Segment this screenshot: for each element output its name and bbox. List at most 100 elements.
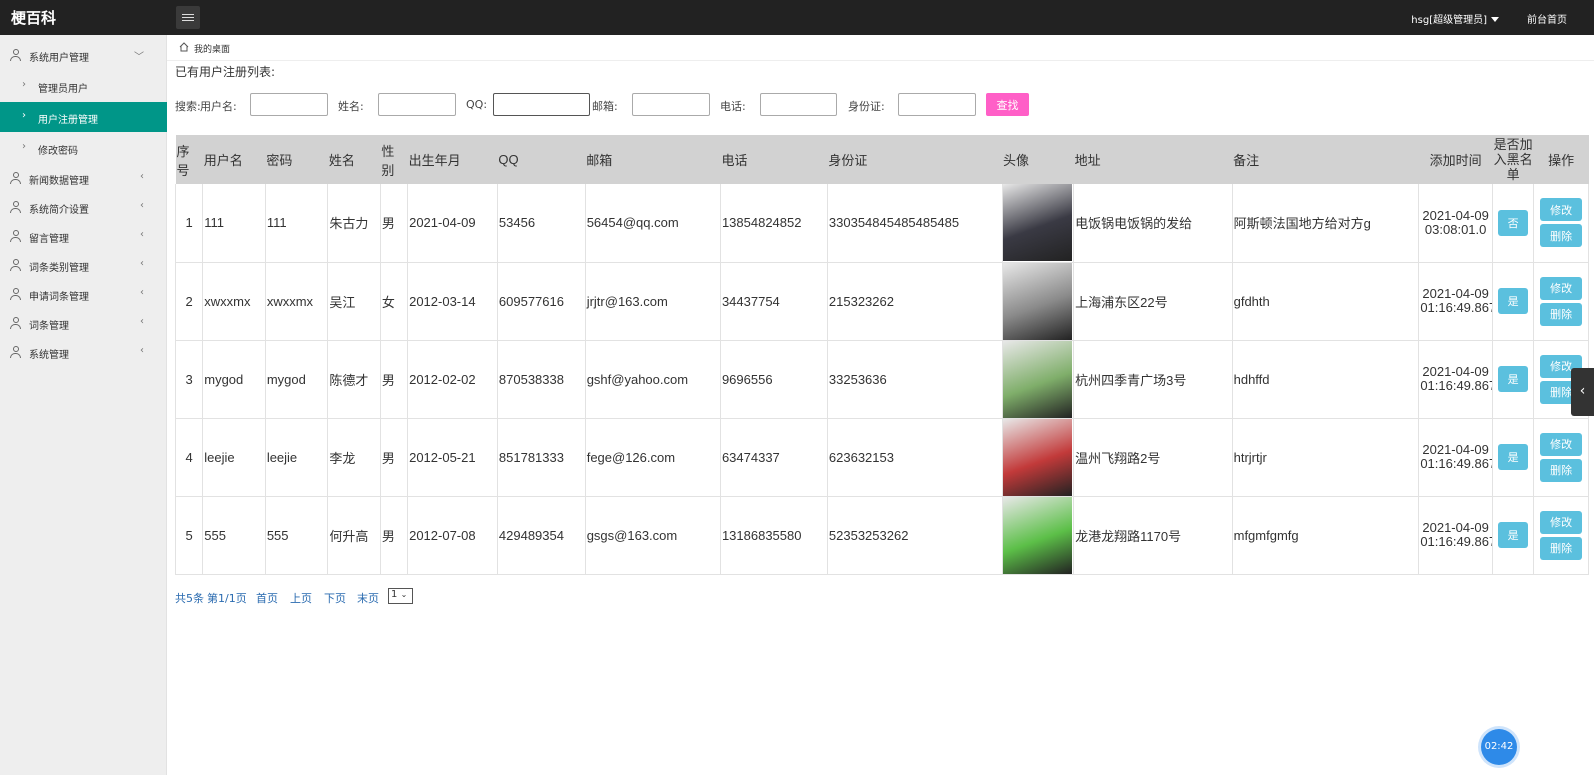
password-cell: mygod bbox=[264, 340, 329, 419]
table-header-row: 序号 用户名 密码 姓名 性别 出生年月 QQ 邮箱 电话 身份证 头像 地址 … bbox=[175, 135, 1589, 184]
username-label: 用户名: bbox=[200, 100, 237, 113]
blacklist-toggle-button[interactable]: 否 bbox=[1498, 209, 1529, 236]
phone-cell: 13186835580 bbox=[719, 496, 828, 575]
sidebar-group-entry-categories[interactable]: 词条类别管理 ‹ bbox=[0, 250, 167, 280]
birth-cell: 2012-02-02 bbox=[407, 340, 498, 419]
password-cell: leejie bbox=[264, 418, 329, 497]
chevron-left-icon: ‹ bbox=[1579, 383, 1586, 399]
phone-search-input[interactable] bbox=[760, 93, 837, 116]
front-home-link[interactable]: 前台首页 bbox=[1527, 11, 1567, 26]
sidebar-item-admin-users[interactable]: › 管理员用户 bbox=[0, 71, 167, 101]
chevron-right-icon: › bbox=[22, 79, 26, 90]
qq-cell: 53456 bbox=[496, 184, 586, 263]
delete-button[interactable]: 删除 bbox=[1540, 536, 1583, 560]
top-bar: 梗百科 hsg[超级管理员] 前台首页 bbox=[0, 0, 1594, 35]
user-icon bbox=[10, 172, 21, 184]
breadcrumb: 我的桌面 bbox=[167, 35, 1594, 61]
edit-button[interactable]: 修改 bbox=[1540, 510, 1583, 534]
sidebar-group-entry-applications[interactable]: 申请词条管理 ‹ bbox=[0, 279, 167, 309]
remark-cell: 阿斯顿法国地方给对方g bbox=[1231, 184, 1420, 263]
chevron-left-icon: ‹ bbox=[140, 287, 144, 298]
delete-button[interactable]: 删除 bbox=[1540, 224, 1583, 248]
blacklist-toggle-button[interactable]: 是 bbox=[1498, 366, 1529, 392]
collapse-panel-tab[interactable]: ‹ bbox=[1571, 368, 1594, 416]
pager-first-link[interactable]: 首页 bbox=[256, 590, 278, 606]
table-row: 2 xwxxmx xwxxmx 吴江女 2012-03-14 609577616 jrjtr… bbox=[174, 262, 1589, 341]
phone-cell: 34437754 bbox=[719, 262, 828, 341]
password-cell: 555 bbox=[264, 496, 329, 575]
address-cell: 电饭锅电饭锅的发给 bbox=[1073, 184, 1233, 263]
qq-label: QQ: bbox=[466, 98, 488, 111]
pager-prev-link[interactable]: 上页 bbox=[290, 590, 312, 606]
header-idcard: 身份证 bbox=[827, 135, 1002, 184]
chevron-left-icon: ‹ bbox=[140, 258, 144, 269]
address-cell: 杭州四季青广场3号 bbox=[1073, 340, 1233, 419]
avatar-cell bbox=[1001, 184, 1075, 263]
header-remark: 备注 bbox=[1232, 135, 1419, 184]
user-icon bbox=[10, 49, 21, 61]
page-select[interactable]: 1 ⌄ bbox=[388, 588, 413, 604]
email-search-input[interactable] bbox=[632, 93, 710, 116]
table-row: 1 111 111 朱古力男 2021-04-09 53456 56454@qq.com 13… bbox=[174, 184, 1589, 263]
header-avatar: 头像 bbox=[1002, 135, 1074, 184]
list-title: 已有用户注册列表: bbox=[175, 65, 276, 79]
idcard-search-input[interactable] bbox=[898, 93, 976, 116]
breadcrumb-desktop[interactable]: 我的桌面 bbox=[194, 42, 230, 55]
remark-cell: hdhffd bbox=[1231, 340, 1420, 419]
user-table: 序号 用户名 密码 姓名 性别 出生年月 QQ 邮箱 电话 身份证 头像 地址 … bbox=[174, 135, 1589, 575]
hamburger-icon-line bbox=[182, 20, 194, 21]
chevron-right-icon: › bbox=[22, 141, 26, 152]
sidebar-group-entries[interactable]: 词条管理 ‹ bbox=[0, 308, 167, 338]
idcard-cell: 33253636 bbox=[826, 340, 1003, 419]
chevron-right-icon: › bbox=[22, 110, 26, 121]
username-cell: mygod bbox=[202, 340, 266, 419]
no-cell: 4 bbox=[174, 418, 204, 497]
header-no: 序号 bbox=[175, 135, 203, 184]
password-cell: 111 bbox=[264, 184, 329, 263]
menu-toggle-button[interactable] bbox=[176, 6, 200, 29]
phone-cell: 9696556 bbox=[719, 340, 828, 419]
edit-button[interactable]: 修改 bbox=[1540, 276, 1583, 300]
blacklist-toggle-button[interactable]: 是 bbox=[1498, 444, 1529, 470]
time-cell: 2021-04-09 01:16:49.867 bbox=[1418, 340, 1493, 419]
sidebar-group-system[interactable]: 系统管理 ‹ bbox=[0, 337, 167, 367]
name-search-input[interactable] bbox=[378, 93, 456, 116]
avatar bbox=[1002, 184, 1072, 261]
sidebar-group-intro-settings[interactable]: 系统简介设置 ‹ bbox=[0, 192, 167, 222]
sidebar-item-change-password[interactable]: › 修改密码 bbox=[0, 133, 167, 163]
user-table-container: 序号 用户名 密码 姓名 性别 出生年月 QQ 邮箱 电话 身份证 头像 地址 … bbox=[174, 135, 1589, 575]
sidebar-item-user-registration[interactable]: › 用户注册管理 bbox=[0, 102, 167, 132]
chevron-down-icon: ﹀ bbox=[134, 52, 144, 63]
sidebar-group-system-users[interactable]: 系统用户管理 ﹀ bbox=[0, 40, 167, 70]
sidebar-group-label: 申请词条管理 bbox=[29, 292, 89, 303]
user-menu[interactable]: hsg[超级管理员] bbox=[1411, 11, 1499, 26]
user-icon bbox=[10, 259, 21, 271]
idcard-cell: 623632153 bbox=[826, 418, 1003, 497]
sidebar-group-messages[interactable]: 留言管理 ‹ bbox=[0, 221, 167, 251]
blacklist-cell: 是 bbox=[1491, 496, 1535, 575]
blacklist-toggle-button[interactable]: 是 bbox=[1498, 288, 1529, 314]
phone-cell: 13854824852 bbox=[719, 184, 828, 263]
brand-logo[interactable]: 梗百科 bbox=[11, 7, 56, 28]
avatar-cell bbox=[1001, 262, 1075, 341]
pager-last-link[interactable]: 末页 bbox=[357, 590, 379, 606]
header-password: 密码 bbox=[265, 135, 328, 184]
edit-button[interactable]: 修改 bbox=[1540, 432, 1583, 456]
username-search-input[interactable] bbox=[250, 93, 328, 116]
search-button[interactable]: 查找 bbox=[986, 93, 1029, 116]
birth-cell: 2012-05-21 bbox=[407, 418, 498, 497]
header-address: 地址 bbox=[1073, 135, 1233, 184]
timer-badge[interactable]: 02:42 bbox=[1481, 729, 1517, 765]
pager-next-link[interactable]: 下页 bbox=[324, 590, 346, 606]
delete-button[interactable]: 删除 bbox=[1540, 302, 1583, 326]
delete-button[interactable]: 删除 bbox=[1540, 458, 1583, 482]
qq-search-input[interactable] bbox=[493, 93, 590, 116]
sidebar-group-news[interactable]: 新闻数据管理 ‹ bbox=[0, 163, 167, 193]
idcard-cell: 330354845485485485 bbox=[826, 184, 1003, 263]
user-name: hsg[超级管理员] bbox=[1411, 15, 1487, 26]
blacklist-toggle-button[interactable]: 是 bbox=[1498, 522, 1529, 548]
edit-button[interactable]: 修改 bbox=[1540, 198, 1583, 222]
chevron-left-icon: ‹ bbox=[140, 345, 144, 356]
address-cell: 上海浦东区22号 bbox=[1073, 262, 1233, 341]
header-gender: 性别 bbox=[380, 135, 408, 184]
